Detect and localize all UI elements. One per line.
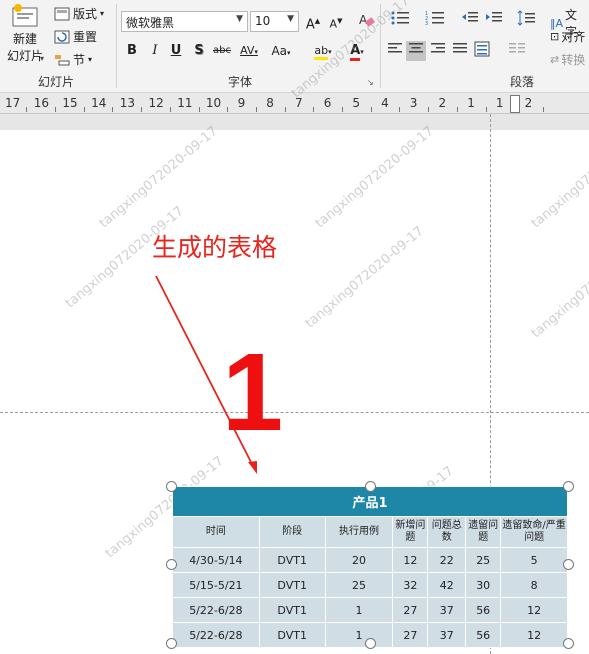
table-cell[interactable]: 8 [500, 572, 568, 598]
table-cell[interactable]: 1 [324, 597, 394, 623]
table-cell[interactable]: 22 [427, 547, 467, 573]
table-cell[interactable]: 12 [392, 547, 429, 573]
table-cell[interactable]: DVT1 [258, 597, 326, 623]
table-header-cell[interactable]: 阶段 [258, 516, 326, 548]
table-cell[interactable]: 32 [392, 572, 429, 598]
resize-handle-left[interactable] [166, 559, 177, 570]
table-header-cell[interactable]: 时间 [172, 516, 260, 548]
resize-handle-bottom-left[interactable] [166, 638, 177, 649]
table-cell[interactable]: 56 [465, 622, 502, 648]
table-cell[interactable]: 25 [465, 547, 502, 573]
data-table[interactable]: 产品1 时间 阶段 执行用例 新增问题 问题总数 遗留问题 遗留致命/严重问题 … [172, 486, 568, 648]
table-cell[interactable]: 5/22-6/28 [172, 597, 260, 623]
table-cell[interactable]: 20 [324, 547, 394, 573]
table-cell[interactable]: 30 [465, 572, 502, 598]
table-header-cell[interactable]: 问题总数 [427, 516, 467, 548]
table-cell[interactable]: 12 [500, 597, 568, 623]
table-cell[interactable]: 12 [500, 622, 568, 648]
table-cell[interactable]: DVT1 [258, 572, 326, 598]
table-header-cell[interactable]: 执行用例 [324, 516, 394, 548]
table-cell[interactable]: 5/15-5/21 [172, 572, 260, 598]
table-cell[interactable]: DVT1 [258, 547, 326, 573]
table-row: 5/15-5/21 DVT1 25 32 42 30 8 [172, 572, 568, 598]
table-cell[interactable]: 5/22-6/28 [172, 622, 260, 648]
table-cell[interactable]: 4/30-5/14 [172, 547, 260, 573]
table-header-cell[interactable]: 新增问题 [392, 516, 429, 548]
table-cell[interactable]: DVT1 [258, 622, 326, 648]
resize-handle-top-left[interactable] [166, 481, 177, 492]
table-row: 4/30-5/14 DVT1 20 12 22 25 5 [172, 547, 568, 573]
table-header-cell[interactable]: 遗留问题 [465, 516, 502, 548]
table-cell[interactable]: 5 [500, 547, 568, 573]
resize-handle-right[interactable] [563, 559, 574, 570]
resize-handle-top[interactable] [365, 481, 376, 492]
table-cell[interactable]: 27 [392, 597, 429, 623]
table-header-cell[interactable]: 遗留致命/严重问题 [500, 516, 568, 548]
table-cell[interactable]: 25 [324, 572, 394, 598]
table-cell[interactable]: 37 [427, 622, 467, 648]
resize-handle-bottom[interactable] [365, 638, 376, 649]
resize-handle-bottom-right[interactable] [563, 638, 574, 649]
table-cell[interactable]: 37 [427, 597, 467, 623]
resize-handle-top-right[interactable] [563, 481, 574, 492]
table-row: 5/22-6/28 DVT1 1 27 37 56 12 [172, 597, 568, 623]
table-cell[interactable]: 27 [392, 622, 429, 648]
table-cell[interactable]: 42 [427, 572, 467, 598]
big-number[interactable]: 1 [222, 338, 283, 448]
table-cell[interactable]: 1 [324, 622, 394, 648]
table-header-row: 时间 阶段 执行用例 新增问题 问题总数 遗留问题 遗留致命/严重问题 [172, 516, 568, 548]
table-cell[interactable]: 56 [465, 597, 502, 623]
